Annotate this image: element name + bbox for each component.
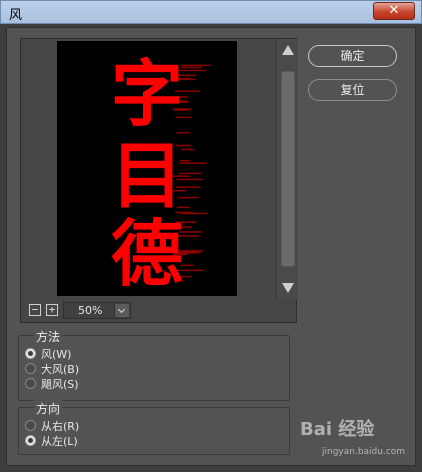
- radio-label: 大风(B): [41, 363, 80, 376]
- reset-button[interactable]: 复位: [308, 79, 397, 101]
- zoom-level-value: 50%: [78, 304, 103, 317]
- method-group: 方法 风(W) 大风(B) 飓风(S): [18, 328, 290, 401]
- scrollbar-thumb[interactable]: [281, 71, 295, 267]
- direction-legend: 方向: [34, 400, 63, 417]
- wind-streak: [181, 148, 195, 151]
- title-bar[interactable]: 风 ✕: [0, 0, 422, 24]
- radio-button[interactable]: [25, 378, 36, 389]
- watermark-url: jingyan.baidu.com: [322, 447, 406, 457]
- wind-streak: [181, 64, 211, 67]
- radio-button[interactable]: [25, 435, 36, 446]
- preview-scrollbar[interactable]: [276, 39, 298, 299]
- radio-button[interactable]: [25, 348, 36, 359]
- ok-button[interactable]: 确定: [308, 45, 397, 67]
- zoom-level-select[interactable]: 50%: [63, 302, 131, 319]
- close-icon: ✕: [388, 3, 400, 18]
- zoom-bar: − + 50%: [21, 299, 276, 323]
- zoom-out-icon[interactable]: −: [29, 304, 41, 316]
- chevron-down-icon[interactable]: [114, 304, 129, 317]
- wind-streak: [180, 66, 202, 69]
- wind-filter-dialog: 字 目 德 − + 50% 确定 复位 方法 风(W) 大风(B) 飓风(S) …: [6, 27, 416, 466]
- preview-glyph-3: 德: [111, 212, 183, 296]
- scroll-down-arrow-icon[interactable]: [282, 283, 294, 293]
- preview-canvas[interactable]: 字 目 德: [57, 41, 237, 296]
- preview-glyph-2: 目: [111, 134, 183, 218]
- wind-streak: [181, 212, 209, 215]
- preview-panel: 字 目 德 − + 50%: [20, 38, 298, 323]
- radio-label: 飓风(S): [41, 378, 79, 391]
- radio-button[interactable]: [25, 420, 36, 431]
- window-title: 风: [9, 8, 23, 23]
- direction-group: 方向 从右(R) 从左(L): [18, 400, 290, 455]
- radio-label: 风(W): [41, 348, 72, 361]
- radio-label: 从右(R): [41, 420, 80, 433]
- method-legend: 方法: [34, 328, 63, 345]
- radio-label: 从左(L): [41, 435, 78, 448]
- preview-text-art: 字 目 德: [111, 52, 211, 296]
- radio-button[interactable]: [25, 363, 36, 374]
- wind-streak: [179, 162, 207, 164]
- scroll-up-arrow-icon[interactable]: [282, 45, 294, 55]
- close-button[interactable]: ✕: [373, 2, 415, 20]
- preview-glyph-1: 字: [111, 52, 183, 136]
- watermark-logo: Bai 经验: [300, 419, 375, 440]
- zoom-in-icon[interactable]: +: [46, 304, 58, 316]
